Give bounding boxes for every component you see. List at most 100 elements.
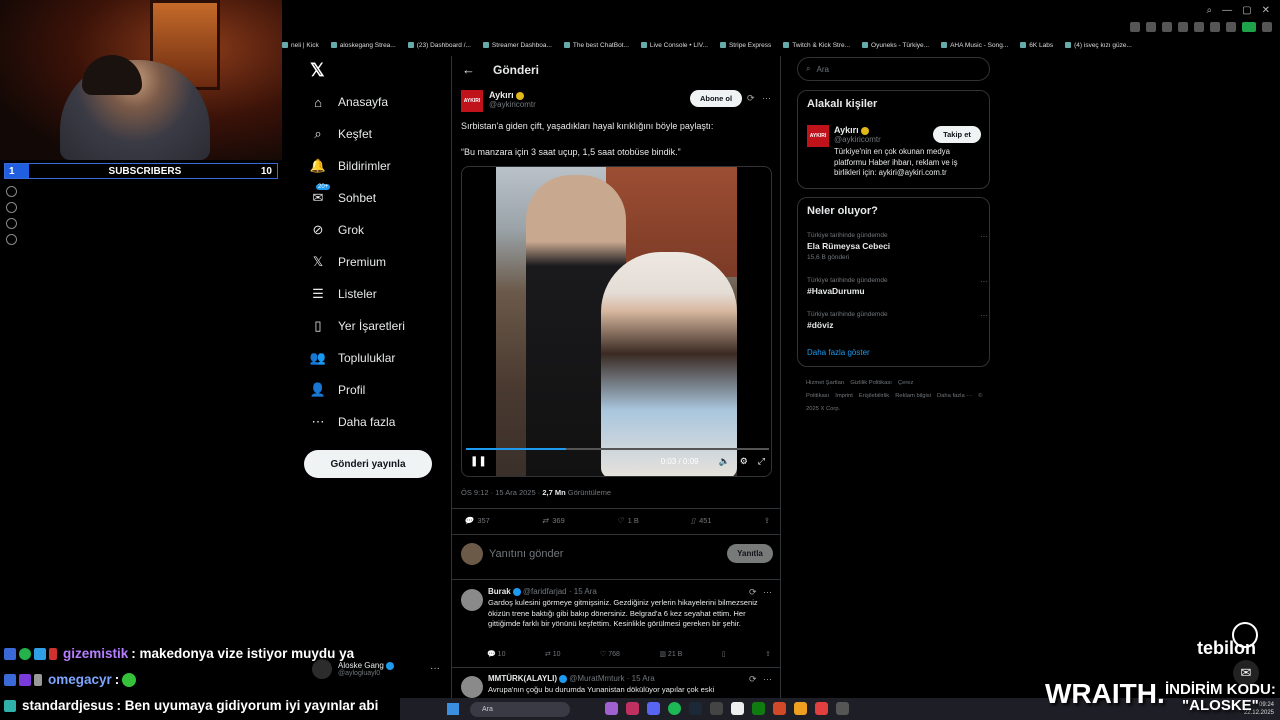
taskbar-search[interactable]: Ara bbox=[470, 702, 570, 717]
reply-author[interactable]: MMTÜRK(ALAYLI) bbox=[488, 674, 557, 683]
bookmark-item[interactable]: Stripe Express bbox=[719, 39, 771, 51]
chat-icon[interactable] bbox=[1226, 22, 1236, 32]
grok-icon[interactable]: ⟳ bbox=[747, 93, 755, 104]
bookmark-item[interactable]: Twitch & Kick Stre... bbox=[783, 39, 850, 51]
spotify-icon[interactable] bbox=[668, 702, 681, 715]
circle-icon[interactable] bbox=[6, 186, 17, 197]
reply-author[interactable]: Burak bbox=[488, 587, 511, 596]
nav-item-home[interactable]: ⌂ Anasayfa bbox=[310, 94, 388, 110]
steam-icon[interactable] bbox=[689, 702, 702, 715]
minimize-icon[interactable]: — bbox=[1222, 5, 1232, 16]
bookmark-item[interactable]: AHA Music - Song... bbox=[941, 39, 1008, 51]
search-icon[interactable]: ⌕ bbox=[1207, 5, 1213, 16]
more-icon[interactable]: ··· bbox=[980, 232, 988, 241]
extension-icon[interactable] bbox=[1210, 22, 1220, 32]
app-icon[interactable] bbox=[710, 702, 723, 715]
nav-item-grok[interactable]: ⊘ Grok bbox=[310, 222, 364, 238]
app-icon[interactable] bbox=[836, 702, 849, 715]
follow-button[interactable]: Takip et bbox=[933, 126, 981, 143]
post-button[interactable]: Gönderi yayınla bbox=[304, 450, 432, 478]
bookmark-item[interactable]: The best ChatBot... bbox=[563, 39, 629, 51]
shield-icon[interactable] bbox=[1178, 22, 1188, 32]
bookmark-action[interactable]: ▯ 451 bbox=[691, 516, 712, 525]
avatar[interactable] bbox=[461, 589, 483, 611]
post-author[interactable]: AYKIRI Aykırı @aykiricomtr bbox=[461, 90, 536, 112]
volume-icon[interactable]: 🔈 bbox=[719, 456, 730, 467]
like-action[interactable]: ♡ 768 bbox=[600, 650, 620, 658]
nav-item-search[interactable]: ⌕ Keşfet bbox=[310, 126, 372, 142]
video-player[interactable]: ❚❚ 0:03 / 0:09 🔈 ⚙ ⤢ bbox=[461, 166, 772, 477]
subscribe-button[interactable]: Abone ol bbox=[690, 90, 742, 107]
more-icon[interactable]: ··· bbox=[763, 587, 772, 597]
more-icon[interactable]: ··· bbox=[430, 663, 440, 674]
relevant-name[interactable]: Aykırı bbox=[834, 125, 859, 135]
nav-item-bell[interactable]: 🔔 Bildirimler bbox=[310, 158, 391, 174]
more-icon[interactable]: ··· bbox=[762, 93, 771, 103]
like-action[interactable]: ♡ 1 B bbox=[617, 516, 639, 525]
nav-item-more[interactable]: ⋯ Daha fazla bbox=[310, 414, 396, 430]
trend-item[interactable]: Türkiye tarihinde gündemde Ela Rümeysa C… bbox=[807, 232, 988, 261]
grok-icon[interactable]: ⟳ bbox=[749, 674, 757, 685]
clock-icon[interactable] bbox=[6, 202, 17, 213]
reply-input[interactable]: Yanıtını gönder bbox=[489, 548, 563, 560]
xbox-icon[interactable] bbox=[752, 702, 765, 715]
views-action[interactable]: ▥ 21 B bbox=[659, 650, 682, 658]
share-icon[interactable]: ⇪ bbox=[764, 516, 770, 525]
extension-icon[interactable] bbox=[1146, 22, 1156, 32]
author-avatar[interactable]: AYKIRI bbox=[807, 125, 829, 147]
nav-item-mail[interactable]: ✉ 20+ Sohbet bbox=[310, 184, 376, 206]
app-icon[interactable] bbox=[773, 702, 786, 715]
pause-icon[interactable]: ❚❚ bbox=[470, 456, 487, 467]
grok-icon[interactable]: ⟳ bbox=[749, 587, 757, 598]
settings-icon[interactable] bbox=[6, 234, 17, 245]
close-icon[interactable]: ✕ bbox=[1262, 5, 1270, 16]
reply-action[interactable]: 💬 357 bbox=[464, 516, 490, 525]
app-icon[interactable] bbox=[605, 702, 618, 715]
nav-item-list[interactable]: ☰ Listeler bbox=[310, 286, 377, 302]
footer-link[interactable]: Erişilebilirlik bbox=[859, 393, 889, 399]
trend-item[interactable]: Türkiye tarihinde gündemde #döviz ··· bbox=[807, 311, 988, 330]
app-icon[interactable] bbox=[626, 702, 639, 715]
bookmark-item[interactable]: neli | Kick bbox=[282, 39, 319, 51]
reply-button[interactable]: Yanıtla bbox=[727, 544, 773, 563]
nav-item-person[interactable]: 👤 Profil bbox=[310, 382, 365, 398]
footer-link[interactable]: Reklam bilgisi bbox=[895, 393, 931, 399]
account-switcher[interactable]: Aloske Gang @aylogluayl0 ··· bbox=[312, 659, 440, 679]
bookmark-item[interactable]: 6K Labs bbox=[1020, 39, 1053, 51]
nav-item-people[interactable]: 👥 Topluluklar bbox=[310, 350, 395, 366]
trend-item[interactable]: Türkiye tarihinde gündemde #HavaDurumu ·… bbox=[807, 277, 988, 296]
search-input[interactable]: ⌕ Ara bbox=[797, 57, 990, 81]
share-icon[interactable]: ⇪ bbox=[765, 650, 771, 658]
author-avatar[interactable]: AYKIRI bbox=[461, 90, 483, 112]
video-frame[interactable] bbox=[496, 167, 737, 476]
x-logo-icon[interactable]: 𝕏 bbox=[310, 60, 325, 81]
footer-link[interactable]: Gizlilik Politikası bbox=[850, 380, 892, 386]
windows-start-icon[interactable] bbox=[447, 703, 459, 715]
zoom-icon[interactable] bbox=[1130, 22, 1140, 32]
footer-link[interactable]: Hizmet Şartları bbox=[806, 380, 844, 386]
nav-item-bookmark[interactable]: ▯ Yer İşaretleri bbox=[310, 318, 405, 334]
fullscreen-icon[interactable]: ⤢ bbox=[758, 456, 765, 467]
video-progress[interactable] bbox=[466, 448, 769, 450]
repost-action[interactable]: ⇄ 369 bbox=[542, 516, 565, 525]
back-arrow-icon[interactable]: ← bbox=[462, 62, 475, 77]
nav-item-x[interactable]: 𝕏 Premium bbox=[310, 254, 386, 270]
bookmark-item[interactable]: (23) Dashboard /... bbox=[407, 39, 471, 51]
chat-icon[interactable] bbox=[6, 218, 17, 229]
more-icon[interactable]: ··· bbox=[980, 311, 988, 320]
bookmark-icon[interactable]: ▯ bbox=[722, 650, 726, 658]
bookmark-item[interactable]: Live Console • LIV... bbox=[640, 39, 708, 51]
menu-icon[interactable] bbox=[1262, 22, 1272, 32]
app-icon[interactable] bbox=[731, 702, 744, 715]
avatar[interactable] bbox=[461, 676, 483, 698]
reply-action[interactable]: 💬 10 bbox=[487, 650, 505, 658]
more-icon[interactable]: ··· bbox=[763, 674, 772, 684]
repost-action[interactable]: ⇄ 10 bbox=[545, 650, 561, 658]
folder-icon[interactable] bbox=[794, 702, 807, 715]
show-more-link[interactable]: Daha fazla göster bbox=[807, 348, 870, 357]
footer-link[interactable]: Imprint bbox=[835, 393, 853, 399]
bookmark-item[interactable]: Streamer Dashboa... bbox=[482, 39, 552, 51]
maximize-icon[interactable]: ▢ bbox=[1242, 5, 1251, 16]
footer-link[interactable]: Daha fazla ··· bbox=[937, 393, 972, 399]
discord-icon[interactable] bbox=[647, 702, 660, 715]
